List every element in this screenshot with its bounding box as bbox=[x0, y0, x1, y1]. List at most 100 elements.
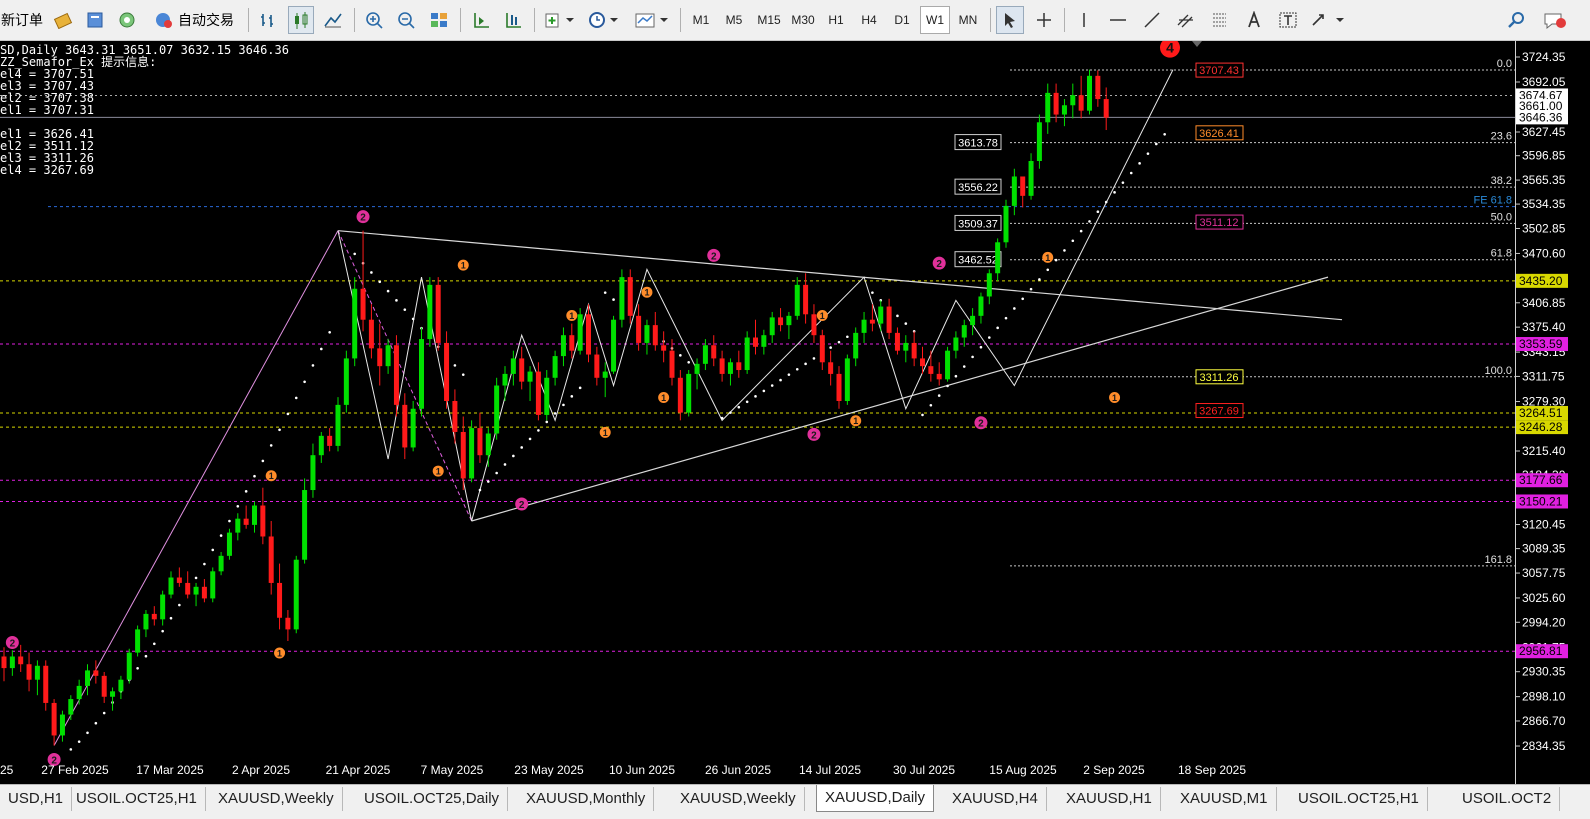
sar-dot bbox=[871, 291, 874, 294]
chart-shift-icon[interactable] bbox=[468, 6, 494, 34]
sar-dot bbox=[328, 330, 331, 334]
toolbar-separator bbox=[248, 8, 249, 32]
market-watch-icon[interactable] bbox=[50, 6, 76, 34]
price-axis[interactable]: 3724.353692.053659.753627.453596.853565.… bbox=[1515, 41, 1590, 784]
chart-tab-active[interactable]: XAUUSD,Daily bbox=[816, 785, 935, 812]
text-label-icon[interactable] bbox=[1274, 6, 1302, 34]
sar-dot bbox=[1079, 229, 1083, 233]
periods-clock-icon[interactable] bbox=[586, 6, 622, 34]
notifications-icon[interactable] bbox=[1540, 6, 1570, 34]
chart-tab[interactable]: USOIL.OCT25,H1 bbox=[68, 787, 206, 811]
candle-body bbox=[677, 377, 683, 413]
sar-dot bbox=[846, 335, 849, 339]
indicators-icon[interactable] bbox=[542, 6, 578, 34]
candle-body bbox=[85, 670, 90, 686]
crosshair-icon[interactable] bbox=[1030, 6, 1058, 34]
zoom-in-icon[interactable] bbox=[362, 6, 388, 34]
sar-dot bbox=[370, 271, 373, 274]
templates-icon[interactable] bbox=[632, 6, 672, 34]
sar-dot bbox=[929, 403, 933, 407]
timeframe-h1[interactable]: H1 bbox=[821, 6, 851, 34]
auto-scroll-icon[interactable] bbox=[500, 6, 526, 34]
timeframe-d1[interactable]: D1 bbox=[887, 6, 917, 34]
sar-dot bbox=[244, 490, 248, 493]
timeframe-m5[interactable]: M5 bbox=[719, 6, 749, 34]
zigzag-line bbox=[53, 230, 339, 746]
fib-level-label: 23.6 bbox=[1491, 131, 1512, 143]
sar-dot bbox=[687, 360, 690, 364]
tile-windows-icon[interactable] bbox=[426, 6, 452, 34]
horizontal-line-icon[interactable] bbox=[1104, 6, 1132, 34]
candle-body bbox=[736, 362, 742, 371]
text-tool-icon[interactable] bbox=[1240, 6, 1268, 34]
chart-tab[interactable]: USOIL.OCT2 bbox=[1454, 787, 1561, 811]
chart-tab[interactable]: USD,H1 bbox=[0, 787, 73, 811]
chart-tab[interactable]: XAUUSD,Weekly bbox=[672, 787, 805, 811]
bar-chart-icon[interactable] bbox=[256, 6, 282, 34]
candle-body bbox=[51, 702, 57, 736]
sar-dot bbox=[1063, 249, 1066, 252]
line-chart-icon[interactable] bbox=[320, 6, 346, 34]
candle-body bbox=[961, 325, 967, 338]
sar-dot bbox=[495, 471, 498, 475]
candle-body bbox=[201, 586, 207, 599]
semafor-level2-text: 2 bbox=[360, 213, 366, 224]
candle-body bbox=[1011, 176, 1017, 206]
fe-label: FE 61.8 bbox=[1473, 195, 1512, 207]
trendline-icon[interactable] bbox=[1138, 6, 1166, 34]
chart-tab[interactable]: XAUUSD,H4 bbox=[944, 787, 1047, 811]
price-tick-label: 3120.45 bbox=[1522, 518, 1566, 532]
data-window-icon[interactable] bbox=[82, 6, 108, 34]
price-label-text: 3246.28 bbox=[1519, 420, 1563, 434]
zoom-out-icon[interactable] bbox=[394, 6, 420, 34]
candle-body bbox=[327, 435, 333, 446]
chart-tab[interactable]: XAUUSD,M1 bbox=[1172, 787, 1277, 811]
candle-body bbox=[727, 362, 733, 374]
sar-dot bbox=[770, 384, 774, 387]
sar-dot bbox=[745, 400, 749, 404]
sar-dot bbox=[303, 380, 306, 384]
candle-body bbox=[719, 358, 725, 374]
timeframe-m1[interactable]: M1 bbox=[686, 6, 716, 34]
cursor-icon[interactable] bbox=[996, 6, 1024, 34]
candle-body bbox=[402, 404, 408, 448]
candle-body bbox=[101, 675, 107, 697]
price-chart[interactable]: 0.0 23.6 38.2 50.0 61.8 100.0 161.8 FE 61.8 3613… bbox=[0, 41, 1515, 784]
arrows-dropdown-icon[interactable] bbox=[1308, 6, 1348, 34]
timeframe-m15[interactable]: M15 bbox=[753, 6, 785, 34]
new-order-button[interactable]: 新订单 bbox=[0, 6, 44, 34]
sar-dot bbox=[261, 459, 265, 463]
candle-body bbox=[1028, 161, 1034, 196]
vertical-line-icon[interactable] bbox=[1070, 6, 1098, 34]
chart-tab[interactable]: USOIL.OCT25,H1 bbox=[1290, 787, 1428, 811]
chart-info-panel: SD,Daily 3643.31 3651.07 3632.15 3646.36… bbox=[0, 44, 289, 176]
candle-body bbox=[435, 284, 441, 343]
semafor-level4-text: 4 bbox=[1166, 41, 1174, 56]
price-tick-label: 2994.20 bbox=[1522, 615, 1566, 629]
main-toolbar: 新订单 自动交易 M1 M5 M15 M30 H1 H4 D1 W1 MN bbox=[0, 0, 1590, 41]
chart-tab[interactable]: XAUUSD,Monthly bbox=[518, 787, 655, 811]
candle-body bbox=[644, 325, 650, 343]
sar-dot bbox=[971, 355, 974, 359]
chart-tab[interactable]: USOIL.OCT25,Daily bbox=[356, 787, 509, 811]
candle-body bbox=[1, 656, 7, 669]
candle-body bbox=[970, 315, 976, 326]
chart-tab[interactable]: XAUUSD,H1 bbox=[1058, 787, 1161, 811]
navigator-icon[interactable] bbox=[114, 6, 140, 34]
sar-dot bbox=[1038, 278, 1041, 281]
fibonacci-icon[interactable] bbox=[1206, 6, 1234, 34]
search-icon[interactable] bbox=[1504, 6, 1530, 34]
auto-trading-button[interactable]: 自动交易 bbox=[148, 6, 240, 34]
timeframe-w1[interactable]: W1 bbox=[920, 6, 950, 34]
equidistant-channel-icon[interactable] bbox=[1172, 6, 1200, 34]
chart-tab[interactable]: XAUUSD,Weekly bbox=[210, 787, 343, 811]
timeframe-mn[interactable]: MN bbox=[953, 6, 983, 34]
candle-body bbox=[1053, 92, 1059, 115]
candlestick-icon[interactable] bbox=[288, 6, 314, 34]
price-axis-canvas: 3724.353692.053659.753627.453596.853565.… bbox=[1516, 50, 1568, 753]
timeframe-h4[interactable]: H4 bbox=[854, 6, 884, 34]
sar-dot bbox=[1096, 210, 1100, 214]
candle-body bbox=[34, 665, 40, 680]
semafor-level1-text: 1 bbox=[461, 261, 466, 271]
timeframe-m30[interactable]: M30 bbox=[787, 6, 819, 34]
